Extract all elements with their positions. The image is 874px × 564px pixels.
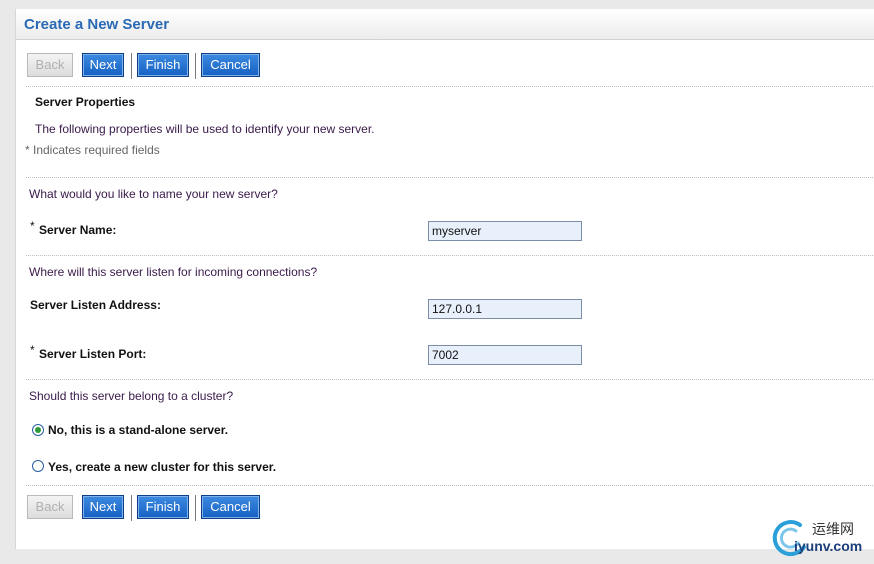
next-button[interactable]: Next: [82, 53, 124, 77]
page-header: Create a New Server: [16, 9, 874, 40]
listen-address-label: Server Listen Address:: [30, 298, 161, 312]
button-separator: [195, 53, 196, 79]
listen-question: Where will this server listen for incomi…: [29, 265, 318, 279]
next-button[interactable]: Next: [82, 495, 124, 519]
divider: [26, 86, 874, 87]
name-question: What would you like to name your new ser…: [29, 187, 278, 201]
required-marker: *: [30, 219, 35, 233]
back-button[interactable]: Back: [27, 53, 73, 77]
watermark-cn-text: 运维网: [812, 522, 854, 538]
button-separator: [195, 495, 196, 521]
watermark-domain-text: iyunv.com: [794, 538, 863, 554]
listen-port-label: Server Listen Port:: [39, 347, 147, 361]
listen-port-input[interactable]: [428, 345, 582, 365]
cancel-button[interactable]: Cancel: [201, 495, 260, 519]
page-title: Create a New Server: [24, 16, 170, 33]
back-button[interactable]: Back: [27, 495, 73, 519]
divider: [26, 379, 874, 380]
listen-address-input[interactable]: [428, 299, 582, 319]
divider: [26, 485, 874, 486]
button-separator: [131, 495, 132, 521]
required-fields-note: * Indicates required fields: [25, 143, 160, 157]
standalone-option-label[interactable]: No, this is a stand-alone server.: [48, 423, 228, 437]
server-name-label: Server Name:: [39, 223, 117, 237]
finish-button[interactable]: Finish: [137, 495, 189, 519]
server-name-input[interactable]: [428, 221, 582, 241]
required-marker: *: [30, 343, 35, 357]
divider: [26, 255, 874, 256]
divider: [26, 177, 874, 178]
finish-button[interactable]: Finish: [137, 53, 189, 77]
standalone-radio[interactable]: [32, 424, 44, 436]
create-server-panel: Create a New Server Back Next Finish Can…: [15, 9, 874, 549]
radio-selected-dot: [35, 427, 41, 433]
new-cluster-option-label[interactable]: Yes, create a new cluster for this serve…: [48, 460, 276, 474]
cluster-question: Should this server belong to a cluster?: [29, 389, 234, 403]
section-description: The following properties will be used to…: [35, 122, 375, 136]
section-title: Server Properties: [35, 95, 136, 109]
watermark-logo: 运维网 iyunv.com: [770, 517, 870, 561]
button-separator: [131, 53, 132, 79]
new-cluster-radio[interactable]: [32, 460, 44, 472]
cancel-button[interactable]: Cancel: [201, 53, 260, 77]
